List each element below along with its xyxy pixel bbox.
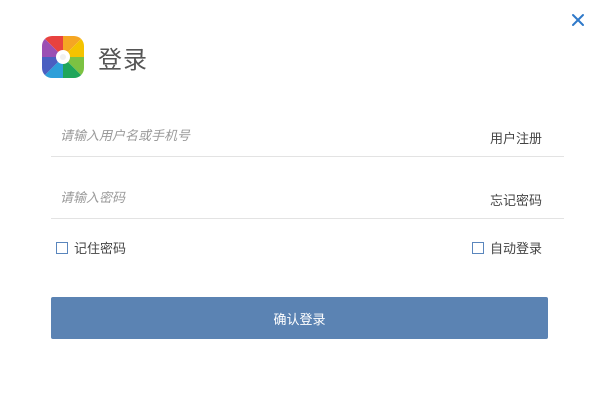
auto-login-label: 自动登录: [489, 242, 542, 257]
login-window: 登录 用户注册 忘记密码 记住密码 自动登录 确认登录: [0, 0, 600, 400]
close-button[interactable]: [568, 10, 588, 30]
username-input[interactable]: [60, 126, 440, 146]
pinwheel-logo-icon: [42, 36, 84, 78]
password-input[interactable]: [60, 188, 440, 208]
forgot-password-link[interactable]: 忘记密码: [490, 190, 542, 209]
password-field: 忘记密码: [51, 178, 564, 219]
username-field: 用户注册: [51, 116, 564, 157]
login-header: 登录: [42, 36, 148, 78]
confirm-login-button[interactable]: 确认登录: [51, 297, 548, 339]
page-title: 登录: [98, 45, 148, 74]
auto-login-option[interactable]: 自动登录: [471, 238, 542, 257]
close-icon[interactable]: [568, 10, 588, 30]
auto-login-checkbox[interactable]: [471, 241, 484, 254]
remember-password-checkbox[interactable]: [56, 241, 68, 254]
register-link[interactable]: 用户注册: [490, 128, 542, 147]
remember-password-option[interactable]: 记住密码: [56, 238, 126, 257]
remember-password-label: 记住密码: [74, 242, 127, 257]
